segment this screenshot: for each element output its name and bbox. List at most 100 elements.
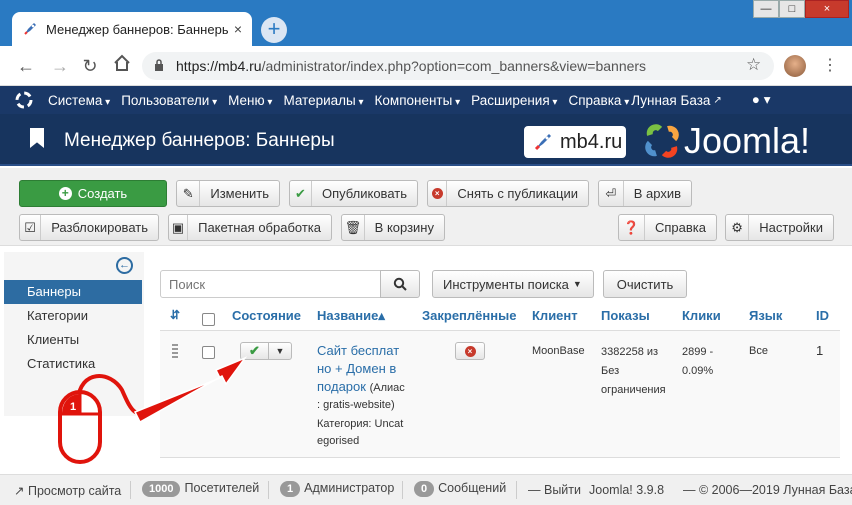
reload-icon[interactable]: ↻ [80,56,100,77]
batch-button[interactable]: ▣ Пакетная обработка [168,214,332,241]
menu-system[interactable]: Система [48,93,110,108]
joomla-icon[interactable] [0,91,48,109]
trash-label: В корзину [374,220,434,235]
col-pinned[interactable]: Закреплённые [422,308,516,323]
visitors-badge: 1000 [142,481,181,497]
browser-tab[interactable]: Менеджер баннеров: Баннеры × [12,12,252,46]
site-name-link[interactable]: Лунная База [631,93,710,108]
browser-menu-icon[interactable]: ⋮ [822,55,838,75]
checkbox-icon: ☑ [20,215,42,240]
admins-badge: 1 [280,481,301,497]
rocket-icon [22,21,38,37]
options-button[interactable]: ⚙ Настройки [725,214,834,241]
id-cell: 1 [816,343,824,358]
messages-label: Сообщений [438,481,507,495]
unpublish-icon: × [428,181,448,206]
banner-title-line-3[interactable]: подарок [317,379,366,394]
bookmark-star-icon[interactable]: ☆ [746,55,761,75]
mouse-button-number: 1 [70,401,76,413]
banner-title-line-1[interactable]: Сайт бесплат [317,342,407,360]
logout-label: Выйти [543,483,581,497]
help-button[interactable]: ❓ Справка [618,214,717,241]
select-all-checkbox[interactable] [202,313,215,326]
sidebar-item-clients[interactable]: Клиенты [4,328,142,352]
alias-value: : gratis-website) [317,399,395,411]
batch-label: Пакетная обработка [198,220,321,235]
search-button[interactable] [380,270,420,298]
search-tools-button[interactable]: Инструменты поиска ▼ [432,270,594,298]
menu-help[interactable]: Справка [568,93,629,108]
home-icon[interactable] [112,54,132,77]
trash-button[interactable]: 🗑 В корзину [341,214,445,241]
pinned-toggle-button[interactable]: × [455,342,485,360]
col-client[interactable]: Клиент [532,308,578,323]
clear-label: Очистить [616,276,674,292]
sidebar-item-categories[interactable]: Категории [4,304,142,328]
plus-icon: + [58,187,72,200]
lock-icon [154,58,164,74]
ordering-sort-icon[interactable]: ⇵ [170,308,180,322]
tab-close-icon[interactable]: × [234,21,242,37]
collapse-sidebar-icon[interactable]: ← [116,257,133,274]
menu-users[interactable]: Пользователи [121,93,217,108]
sidebar-item-banners[interactable]: Баннеры [4,280,142,304]
view-site-link[interactable]: ↗ Просмотр сайта [14,483,121,498]
unlock-button[interactable]: ☑ Разблокировать [19,214,159,241]
create-button[interactable]: + Создать [19,180,167,207]
square-icon: ▣ [169,215,189,240]
status-footer: ↗ Просмотр сайта 1000 Посетителей 1 Админи… [0,474,852,505]
clicks-value: 2899 - [682,346,714,358]
category-label: Категория: Uncat [317,418,404,430]
col-language[interactable]: Язык [749,308,782,323]
tab-title: Менеджер баннеров: Баннеры [46,21,228,37]
window-maximize-button[interactable]: □ [779,0,805,18]
banner-title-line-2[interactable]: но + Домен в [317,360,407,378]
unpinned-x-icon: × [464,345,476,357]
forward-icon[interactable]: → [50,56,70,77]
admins-label: Администратор [304,481,395,495]
joomla-brand-text: Joomla! [684,120,811,161]
unpublish-button[interactable]: × Снять с публикации [427,180,589,207]
col-status[interactable]: Состояние [232,308,301,323]
archive-label: В архив [633,186,681,201]
clear-button[interactable]: Очистить [603,270,687,298]
gear-icon: ⚙ [726,215,750,240]
publish-button[interactable]: ✔ Опубликовать [289,180,418,207]
clicks-percent: 0.09% [682,365,714,377]
back-icon[interactable]: ← [16,56,36,77]
bookmark-icon [30,128,44,148]
question-icon: ❓ [619,215,645,240]
menu-components[interactable]: Компоненты [375,93,461,108]
logout-link[interactable]: — Выйти [528,483,581,497]
create-label: Создать [77,186,128,201]
url-field[interactable]: https://mb4.ru/administrator/index.php?o… [142,52,774,80]
site-logo-text: mb4.ru [560,130,623,153]
archive-button[interactable]: ⏎ В архив [598,180,692,207]
search-input[interactable] [160,270,381,298]
messages-status: 0 Сообщений [414,481,506,497]
divider [516,481,517,499]
admins-status: 1 Администратор [280,481,394,497]
col-clicks[interactable]: Клики [682,308,721,323]
unlock-label: Разблокировать [51,220,148,235]
menu-menus[interactable]: Меню [228,93,272,108]
menu-extensions[interactable]: Расширения [471,93,557,108]
user-icon[interactable]: ● ▾ [752,92,771,108]
divider [402,481,403,499]
divider [268,481,269,499]
menu-content[interactable]: Материалы [283,93,363,108]
impressions-value: 3382258 из [601,346,659,358]
view-site-label: Просмотр сайта [27,484,122,498]
clicks-cell: 2899 - 0.09% [682,343,713,381]
client-cell: MoonBase [532,345,585,357]
window-minimize-button[interactable]: — [753,0,779,18]
col-name[interactable]: Название▴ [317,308,385,324]
publish-label: Опубликовать [321,186,407,201]
col-impressions[interactable]: Показы [601,308,650,323]
mouse-click-annotation: 1 [58,356,248,464]
edit-button[interactable]: ✎ Изменить [176,180,280,207]
col-id[interactable]: ID [816,308,829,323]
new-tab-button[interactable]: + [261,17,287,43]
avatar[interactable] [784,55,806,77]
window-close-button[interactable]: × [805,0,849,18]
